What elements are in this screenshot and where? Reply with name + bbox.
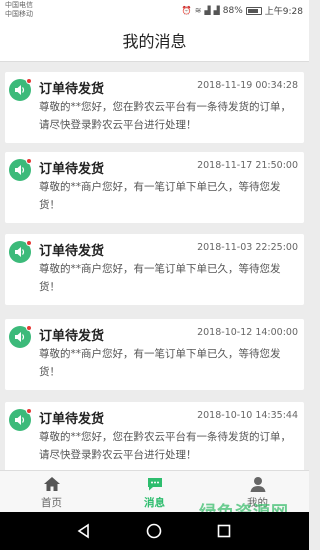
tab-mine-label: 我的 [247,497,268,509]
message-body: 尊敬的**商户您好，有一笔订单下单已久，等待您发货！ [39,263,281,293]
battery-icon [245,6,262,15]
message-card[interactable]: 订单待发货 2018-11-19 00:34:28 尊敬的**您好，您在黔农云平… [5,72,304,143]
unread-dot [26,158,32,164]
message-title: 订单待发货 [39,329,105,344]
message-body: 尊敬的**商户您好，有一笔订单下单已久，等待您发货！ [39,348,281,378]
bottom-tab-bar: 首页 消息 我的 [0,470,309,512]
speaker-icon [9,78,32,101]
message-time: 2018-10-12 14:00:00 [197,327,298,338]
tab-messages-label: 消息 [144,497,165,509]
message-body: 尊敬的**您好，您在黔农云平台有一条待发货的订单，请尽快登录黔农云平台进行处理！ [39,101,291,131]
message-time: 2018-11-03 22:25:00 [197,242,298,253]
user-icon [250,477,266,492]
signal-icon: ▟ [204,6,211,15]
signal-2-icon: ▟ [213,6,220,15]
back-icon[interactable] [76,523,92,539]
message-body: 尊敬的**您好，您在黔农云平台有一条待发货的订单，请尽快登录黔农云平台进行处理！ [39,431,291,461]
status-right: ⏰ ≋ ▟ ▟ 88% 上午9:28 [181,4,303,18]
home-circle-icon[interactable] [146,523,162,539]
carrier-info: 中国电信 中国移动 [5,1,33,19]
tab-home-label: 首页 [41,497,62,509]
unread-dot [26,325,32,331]
message-time: 2018-11-19 00:34:28 [197,80,298,91]
message-title: 订单待发货 [39,82,105,97]
battery-percent: 88% [222,5,243,16]
chat-bubble-icon [148,478,162,491]
message-time: 2018-10-10 14:35:44 [197,410,298,421]
message-title: 订单待发货 [39,162,105,177]
home-icon [44,477,60,491]
tab-home[interactable]: 首页 [0,471,103,513]
message-title: 订单待发货 [39,412,105,427]
message-card[interactable]: 订单待发货 2018-11-03 22:25:00 尊敬的**商户您好，有一笔订… [5,234,304,305]
status-time: 上午9:28 [264,7,303,17]
message-card[interactable]: 订单待发货 2018-10-10 14:35:44 尊敬的**您好，您在黔农云平… [5,402,304,470]
speaker-icon [9,325,32,348]
system-nav-bar [0,512,309,550]
carrier-1: 中国电信 [5,1,33,9]
message-card[interactable]: 订单待发货 2018-10-12 14:00:00 尊敬的**商户您好，有一笔订… [5,319,304,390]
status-bar: 中国电信 中国移动 ⏰ ≋ ▟ ▟ 88% 上午9:28 [0,0,309,22]
alarm-icon: ⏰ [181,6,192,15]
message-list[interactable]: 订单待发货 2018-11-19 00:34:28 尊敬的**您好，您在黔农云平… [0,66,309,470]
page-header: 我的消息 [0,22,309,62]
speaker-icon [9,240,32,263]
unread-dot [26,240,32,246]
unread-dot [26,408,32,414]
speaker-icon [9,158,32,181]
unread-dot [26,78,32,84]
page-title: 我的消息 [122,32,187,51]
tab-messages[interactable]: 消息 [103,471,206,513]
message-card[interactable]: 订单待发货 2018-11-17 21:50:00 尊敬的**商户您好，有一笔订… [5,152,304,223]
message-time: 2018-11-17 21:50:00 [197,160,298,171]
carrier-2: 中国移动 [5,10,33,18]
tab-mine[interactable]: 我的 [206,471,309,513]
speaker-icon [9,408,32,431]
recents-icon[interactable] [216,523,232,539]
message-title: 订单待发货 [39,244,105,259]
wifi-icon: ≋ [194,6,202,15]
message-body: 尊敬的**商户您好，有一笔订单下单已久，等待您发货！ [39,181,281,211]
